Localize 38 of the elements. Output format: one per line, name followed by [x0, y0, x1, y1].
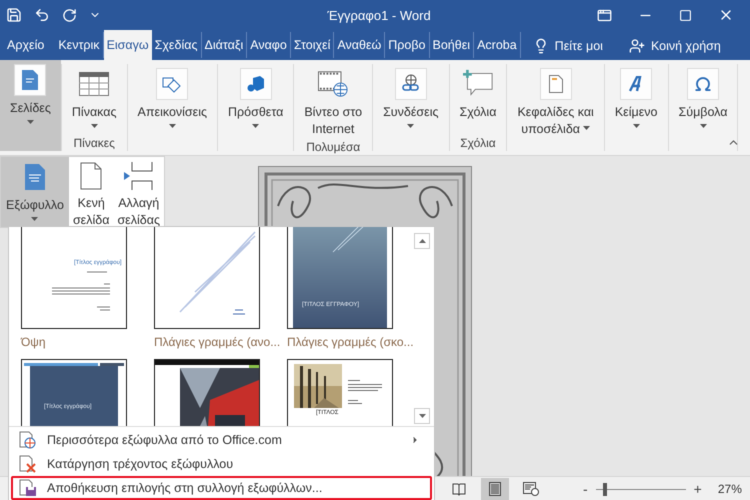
- zoom-level: 27%: [718, 482, 742, 496]
- thumbnail-caption: Πλάγιες γραμμές (σκο...: [287, 335, 414, 349]
- ribbon-tab[interactable]: Βοήθει: [430, 32, 474, 58]
- zoom-in-button[interactable]: +: [694, 481, 702, 497]
- tell-me-field[interactable]: Πείτε μοι: [554, 39, 603, 53]
- thumbnail-caption: Όψη: [21, 335, 46, 349]
- window-title: Έγγραφο1 - Word: [326, 8, 432, 22]
- ribbon-button[interactable]: Εξώφυλλο: [1, 157, 69, 227]
- ribbon-button[interactable]: Απεικονίσεις: [134, 64, 212, 133]
- thumbnail-caption: Πλάγιες γραμμές (ανο...: [154, 335, 280, 349]
- ribbon-tab[interactable]: Αρχείο: [4, 32, 48, 58]
- ribbon-button[interactable]: Σελίδες: [0, 60, 61, 151]
- zoom-out-button[interactable]: -: [583, 481, 588, 497]
- ribbon-button[interactable]: Σχόλια: [456, 64, 500, 123]
- ribbon-tab[interactable]: Acroba: [474, 32, 521, 58]
- ribbon-button[interactable]: Αλλαγή σελίδας: [113, 157, 164, 227]
- ribbon-tab[interactable]: Διάταξι: [202, 32, 248, 58]
- ribbon-tab[interactable]: Αναφο: [247, 32, 291, 58]
- ribbon-button[interactable]: Κείμενο: [610, 64, 662, 133]
- menu-item[interactable]: Αποθήκευση επιλογής στη συλλογή εξωφύλλων...: [11, 476, 432, 500]
- ribbon-button[interactable]: Συνδέσεις: [379, 64, 443, 133]
- share-button[interactable]: Κοινή χρήση: [650, 39, 721, 53]
- ribbon-tab[interactable]: Στοιχεί: [290, 32, 334, 58]
- ribbon-button[interactable]: Πίνακας: [68, 64, 121, 133]
- group-label: Σχόλια: [460, 136, 496, 151]
- ribbon-button[interactable]: Πρόσθετα: [224, 64, 288, 133]
- ribbon-tab[interactable]: Εισαγω: [104, 30, 152, 60]
- ribbon-button[interactable]: Βίντεο στο Internet: [300, 64, 366, 140]
- group-label: Πολυμέσα: [306, 140, 360, 155]
- ribbon-button[interactable]: Σύμβολα: [674, 64, 732, 133]
- ribbon-tab[interactable]: Αναθεώ: [334, 32, 386, 58]
- group-label: Πίνακες: [74, 136, 115, 151]
- menu-item[interactable]: Περισσότερα εξώφυλλα από το Office.com: [11, 428, 432, 452]
- ribbon-button[interactable]: Κεφαλίδες και υποσέλιδα: [513, 64, 598, 140]
- ribbon-button[interactable]: Κενή σελίδα: [68, 157, 114, 227]
- menu-item[interactable]: Κατάργηση τρέχοντος εξώφυλλου: [11, 452, 432, 476]
- ribbon-tab[interactable]: Προβο: [385, 32, 430, 58]
- ribbon-tab[interactable]: Σχεδίας: [152, 32, 202, 58]
